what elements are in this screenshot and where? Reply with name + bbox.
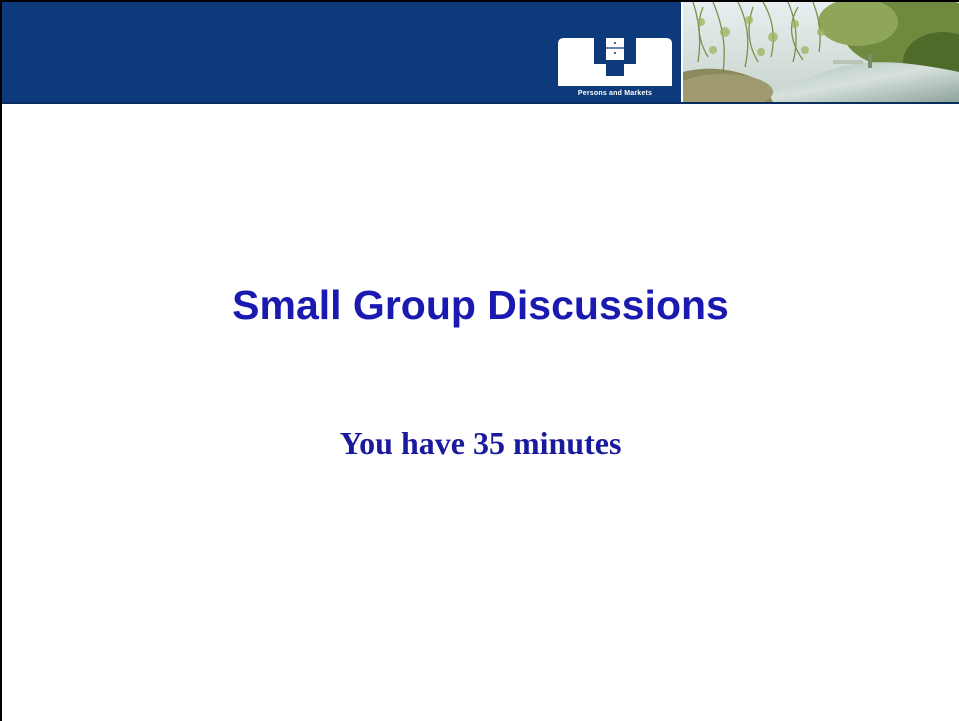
slide-title: Small Group Discussions: [232, 282, 729, 328]
slide-header-banner: Persons and Markets: [2, 2, 959, 104]
organization-logo: Persons and Markets: [558, 36, 672, 98]
slide-subtitle: You have 35 minutes: [339, 425, 622, 461]
logo-text: Persons and Markets: [577, 90, 653, 97]
river-landscape-photo: [683, 2, 959, 102]
presentation-slide: Persons and Markets Small Group Discussi…: [0, 0, 959, 721]
organization-logo-icon: [558, 38, 672, 98]
